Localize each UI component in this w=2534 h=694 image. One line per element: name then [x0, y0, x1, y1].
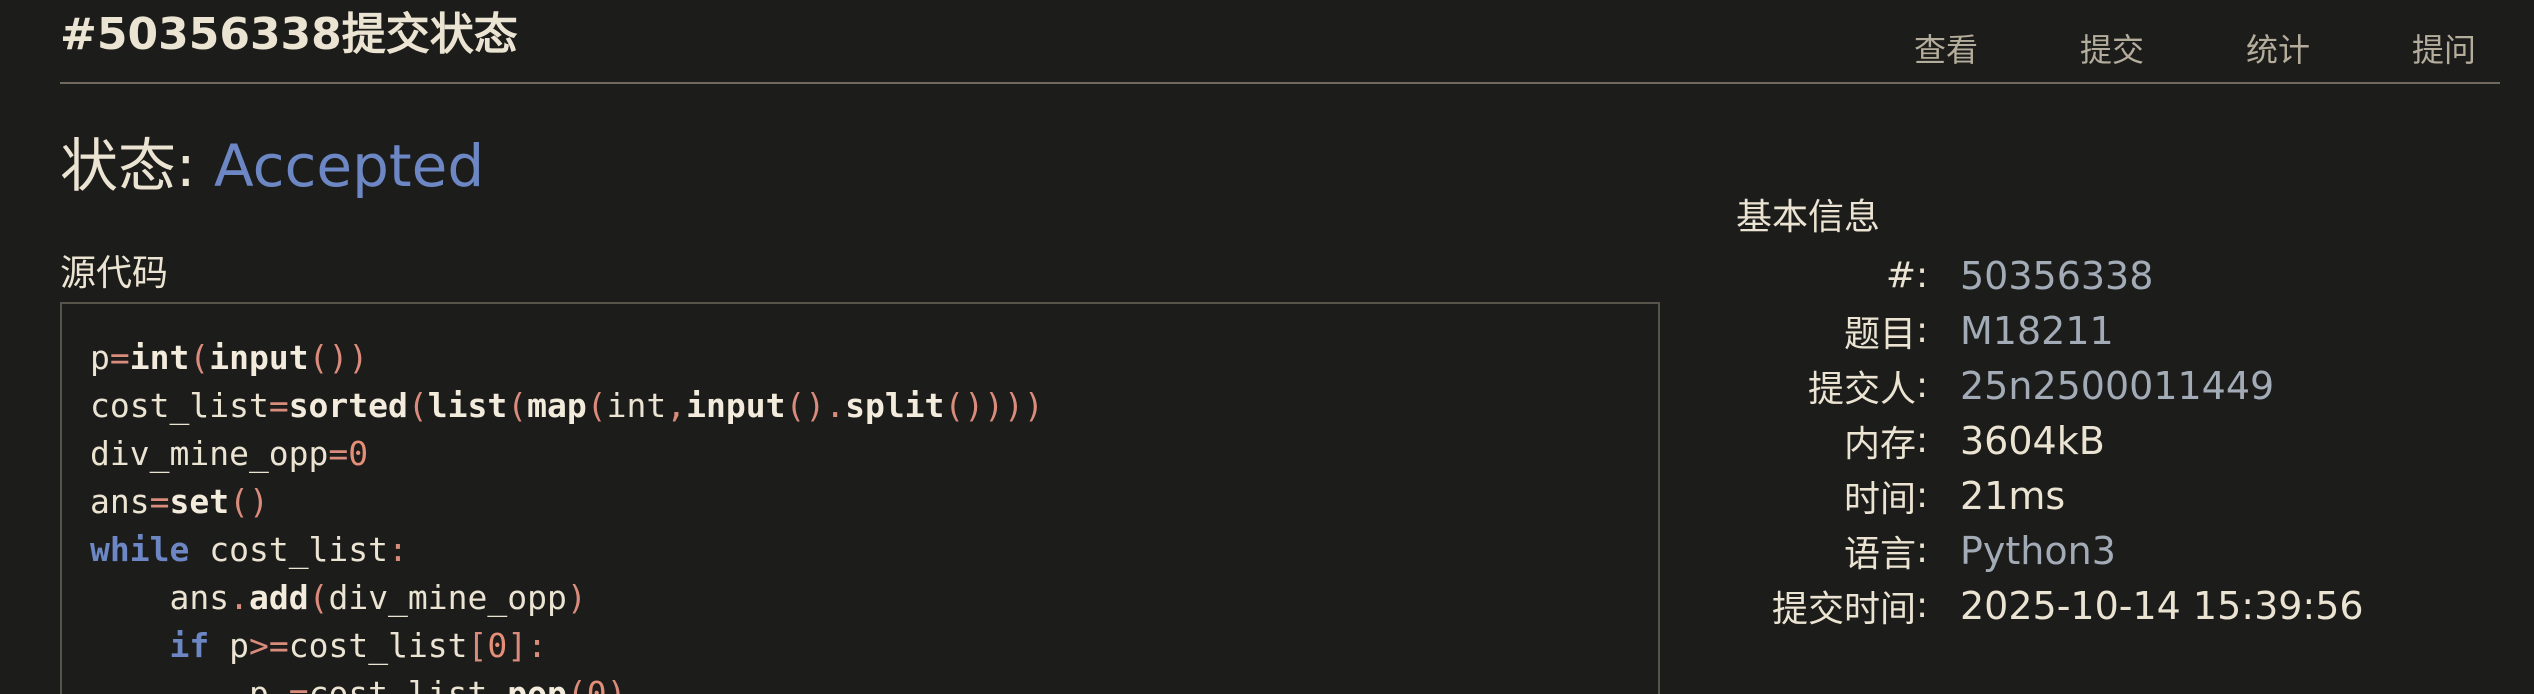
code-line: p=int(input())	[90, 338, 369, 377]
info-row-id: #:50356338	[1736, 248, 2364, 303]
nav-view[interactable]: 查看	[1812, 22, 1978, 78]
code-line: if p>=cost_list[0]:	[169, 626, 548, 665]
header-divider	[60, 82, 2500, 84]
status-label: 状态:	[60, 132, 214, 200]
info-colon: :	[1916, 310, 1929, 351]
info-value-memory: 3604kB	[1960, 418, 2105, 463]
code-line: div_mine_opp=0	[90, 434, 369, 473]
nav-stats[interactable]: 统计	[2144, 22, 2310, 78]
info-row-memory: 内存:3604kB	[1736, 413, 2364, 468]
status-line: 状态: Accepted	[60, 126, 484, 206]
info-colon: :	[1916, 420, 1929, 461]
info-key: #	[1885, 255, 1916, 296]
nav-submit[interactable]: 提交	[1978, 22, 2144, 78]
info-title: 基本信息	[1736, 197, 1881, 238]
nav-ask[interactable]: 提问	[2310, 22, 2476, 78]
code-line: ans.add(div_mine_opp)	[169, 578, 587, 617]
source-code-box: p=int(input()) cost_list=sorted(list(map(…	[60, 302, 1660, 694]
info-key: 提交时间	[1771, 588, 1916, 630]
source-code: p=int(input()) cost_list=sorted(list(map(…	[90, 334, 1044, 694]
info-value-id: 50356338	[1960, 253, 2154, 298]
code-line: while cost_list:	[90, 530, 408, 569]
status-value: Accepted	[213, 132, 485, 200]
info-row-language: 语言: Python3	[1736, 523, 2364, 578]
info-key: 内存	[1843, 423, 1916, 465]
info-row-submit-time: 提交时间:2025-10-14 15:39:56	[1736, 578, 2364, 633]
source-code-heading: 源代码	[60, 253, 169, 294]
info-key: 提交人	[1807, 368, 1916, 410]
page-title: #50356338提交状态	[60, 9, 518, 60]
info-row-submitter: 提交人:25n2500011449	[1736, 358, 2364, 413]
info-colon: :	[1916, 475, 1929, 516]
info-colon: :	[1916, 585, 1929, 626]
info-colon: :	[1916, 530, 1929, 571]
top-nav: 查看 提交 统计 提问	[1812, 22, 2476, 78]
info-value-time: 21ms	[1960, 473, 2066, 518]
info-key: 时间	[1843, 478, 1916, 520]
info-value-submit-time: 2025-10-14 15:39:56	[1960, 583, 2364, 628]
info-colon: :	[1916, 255, 1929, 296]
info-table: #:50356338 题目: M18211 提交人:25n2500011449 内…	[1736, 248, 2364, 633]
code-line: cost_list=sorted(list(map(int,input().sp…	[90, 386, 1044, 425]
code-line: ans=set()	[90, 482, 269, 521]
info-key: 题目	[1843, 313, 1916, 355]
info-value-problem[interactable]: M18211	[1960, 309, 2114, 353]
code-line: p-=cost_list.pop(0)	[248, 674, 627, 694]
info-colon: :	[1916, 365, 1929, 406]
info-row-problem: 题目: M18211	[1736, 303, 2364, 358]
info-value-submitter[interactable]: 25n2500011449	[1960, 364, 2274, 408]
info-value-language: Python3	[1960, 528, 2116, 573]
info-key: 语言	[1843, 533, 1916, 575]
info-row-time: 时间:21ms	[1736, 468, 2364, 523]
